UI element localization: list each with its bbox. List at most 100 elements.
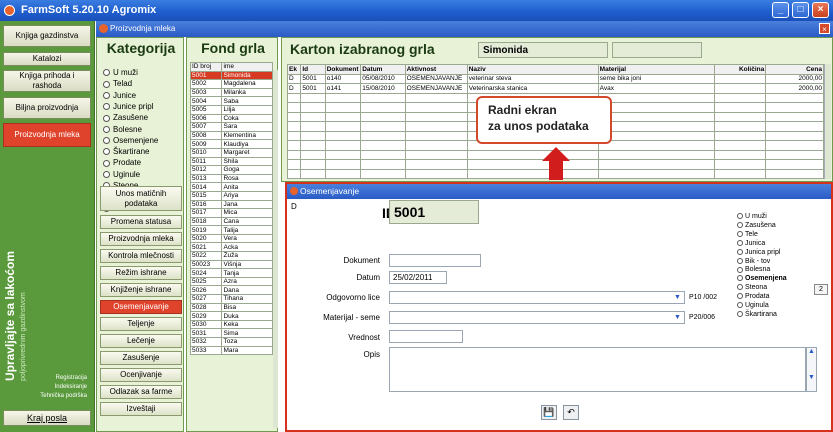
animal-name-cell[interactable]: Talija bbox=[221, 225, 273, 235]
animal-id-cell[interactable]: 5024 bbox=[189, 268, 223, 278]
radio-circle-icon[interactable] bbox=[737, 302, 743, 309]
status-radio[interactable]: Bolesna bbox=[737, 266, 770, 273]
nav-knjiga-gazdinstva[interactable]: Knjiga gazdinstva bbox=[3, 25, 91, 47]
table-row[interactable]: 5003 Milanka bbox=[189, 87, 273, 98]
action-button[interactable]: Osemenjavanje bbox=[100, 300, 182, 314]
table-row[interactable]: 5016 Jana bbox=[189, 199, 273, 210]
maximize-button[interactable]: □ bbox=[792, 2, 809, 18]
radio-circle-icon[interactable] bbox=[103, 114, 110, 122]
animal-name-cell[interactable]: Sima bbox=[221, 328, 273, 338]
action-button[interactable]: Kontrola mlečnosti bbox=[100, 249, 182, 263]
radio-circle-icon[interactable] bbox=[103, 159, 110, 167]
animal-id-cell[interactable]: 5033 bbox=[189, 345, 223, 356]
link-indeksiranje[interactable]: Indeksiranje bbox=[3, 384, 91, 390]
animal-name-cell[interactable]: Tihana bbox=[221, 294, 273, 304]
kategorija-radio[interactable]: Telad bbox=[103, 79, 132, 88]
vrednost-field[interactable] bbox=[389, 330, 463, 343]
table-cell[interactable]: o141 bbox=[324, 83, 362, 94]
subwindow-close-button[interactable]: × bbox=[819, 23, 830, 34]
animal-id-cell[interactable]: 50023 bbox=[189, 259, 223, 270]
table-row[interactable]: 5009 Klaudiya bbox=[189, 139, 273, 149]
action-button[interactable]: Teljenje bbox=[100, 317, 182, 331]
animal-id-cell[interactable]: 5027 bbox=[189, 294, 223, 304]
status-radio[interactable]: Bik - tov bbox=[737, 258, 770, 265]
undo-button[interactable]: ↶ bbox=[563, 405, 579, 420]
animal-name-cell[interactable]: Lilja bbox=[221, 104, 273, 115]
animal-name-cell[interactable]: Azra bbox=[221, 276, 273, 287]
status-radio[interactable]: Prodata bbox=[737, 293, 770, 300]
save-button[interactable]: 💾 bbox=[541, 405, 557, 420]
table-row[interactable]: D 5001 o141 15/08/2010 OSEMENJAVANJE Veterina… bbox=[286, 83, 824, 94]
karton-scrollbar[interactable] bbox=[824, 64, 831, 179]
animal-name-cell[interactable]: Tanja bbox=[221, 268, 273, 278]
chevron-down-icon[interactable]: ▼ bbox=[807, 374, 816, 381]
animal-id-cell[interactable]: 5003 bbox=[189, 87, 223, 98]
animal-name-cell[interactable]: Sara bbox=[221, 122, 273, 132]
chevron-down-icon[interactable]: ▼ bbox=[672, 292, 683, 303]
animal-id-cell[interactable]: 5002 bbox=[189, 79, 223, 89]
table-row[interactable]: 50023 Višnja bbox=[189, 259, 273, 270]
animal-name-cell[interactable]: Coka bbox=[221, 113, 273, 124]
animal-id-cell[interactable]: 5001 bbox=[189, 70, 223, 81]
animal-id-cell[interactable]: 5018 bbox=[189, 216, 223, 227]
status-radio[interactable]: U muži bbox=[737, 213, 767, 220]
table-row[interactable]: 5002 Magdalena bbox=[189, 79, 273, 89]
nav-katalozi[interactable]: Katalozi bbox=[3, 52, 91, 66]
radio-circle-icon[interactable] bbox=[737, 284, 743, 291]
status-radio[interactable]: Škartirana bbox=[737, 311, 777, 318]
kategorija-radio[interactable]: Uginule bbox=[103, 170, 140, 179]
radio-circle-icon[interactable] bbox=[737, 293, 743, 300]
table-cell[interactable]: 5001 bbox=[300, 73, 326, 84]
table-cell[interactable]: D bbox=[286, 83, 302, 94]
table-row[interactable]: 5021 Acka bbox=[189, 242, 273, 253]
column-header[interactable]: Materijal bbox=[597, 64, 716, 75]
action-button[interactable]: Zasušenje bbox=[100, 351, 182, 365]
table-row[interactable]: 5022 Žuža bbox=[189, 251, 273, 261]
datum-field[interactable]: 25/02/2011 bbox=[389, 271, 447, 284]
table-row[interactable]: 5005 Lilja bbox=[189, 104, 273, 115]
table-row[interactable]: 5008 Klementina bbox=[189, 130, 273, 141]
column-header[interactable]: Dokument bbox=[324, 64, 362, 75]
animal-id-cell[interactable]: 5004 bbox=[189, 96, 223, 106]
table-cell[interactable]: 2000,00 bbox=[765, 83, 824, 94]
animal-id-cell[interactable]: 5007 bbox=[189, 122, 223, 132]
dokument-field[interactable] bbox=[389, 254, 481, 267]
animal-name-cell[interactable]: Keka bbox=[221, 319, 273, 330]
materijal-seme-select[interactable] bbox=[389, 311, 685, 324]
animal-name-cell[interactable]: Vera bbox=[221, 233, 273, 244]
animal-name-cell[interactable]: Acka bbox=[221, 242, 273, 253]
animal-id-cell[interactable]: 5019 bbox=[189, 225, 223, 235]
action-button[interactable]: Proizvodnja mleka bbox=[100, 232, 182, 246]
radio-circle-icon[interactable] bbox=[103, 137, 110, 145]
table-row[interactable]: D 5001 o140 05/08/2010 OSEMENJAVANJE veterina… bbox=[286, 73, 824, 84]
fond-scrollbar[interactable] bbox=[273, 70, 278, 428]
status-radio[interactable]: Junica bbox=[737, 240, 765, 247]
table-cell[interactable]: 5001 bbox=[300, 83, 326, 94]
animal-id-cell[interactable]: 5021 bbox=[189, 242, 223, 253]
action-button[interactable]: Knjiženje ishrane bbox=[100, 283, 182, 297]
kategorija-radio[interactable]: Prodate bbox=[103, 158, 141, 167]
animal-name-cell[interactable]: Bisa bbox=[221, 302, 273, 313]
animal-name-cell[interactable]: Cana bbox=[221, 216, 273, 227]
animal-id-cell[interactable]: 5014 bbox=[189, 182, 223, 192]
radio-circle-icon[interactable] bbox=[737, 275, 743, 282]
status-radio[interactable]: Tele bbox=[737, 231, 758, 238]
table-cell[interactable]: o140 bbox=[324, 73, 362, 84]
radio-circle-icon[interactable] bbox=[737, 311, 743, 318]
radio-circle-icon[interactable] bbox=[103, 91, 110, 99]
status-radio[interactable]: Steona bbox=[737, 284, 767, 291]
table-cell[interactable]: Veterinarska stanica bbox=[466, 83, 599, 94]
animal-name-cell[interactable]: Dana bbox=[221, 285, 273, 296]
animal-name-cell[interactable]: Klementina bbox=[221, 130, 273, 141]
animal-id-cell[interactable]: 5013 bbox=[189, 173, 223, 184]
kategorija-radio[interactable]: Škartirane bbox=[103, 147, 149, 156]
table-cell[interactable]: OSEMENJAVANJE bbox=[404, 73, 468, 84]
link-registracija[interactable]: Registracija bbox=[3, 375, 91, 381]
radio-circle-icon[interactable] bbox=[103, 125, 110, 133]
table-row[interactable]: 5015 Ariya bbox=[189, 190, 273, 201]
table-row[interactable]: 5030 Keka bbox=[189, 319, 273, 330]
animal-id-cell[interactable]: 5030 bbox=[189, 319, 223, 330]
kategorija-radio[interactable]: U muži bbox=[103, 68, 138, 77]
action-button[interactable]: Lečenje bbox=[100, 334, 182, 348]
table-cell[interactable]: 15/08/2010 bbox=[360, 83, 406, 94]
